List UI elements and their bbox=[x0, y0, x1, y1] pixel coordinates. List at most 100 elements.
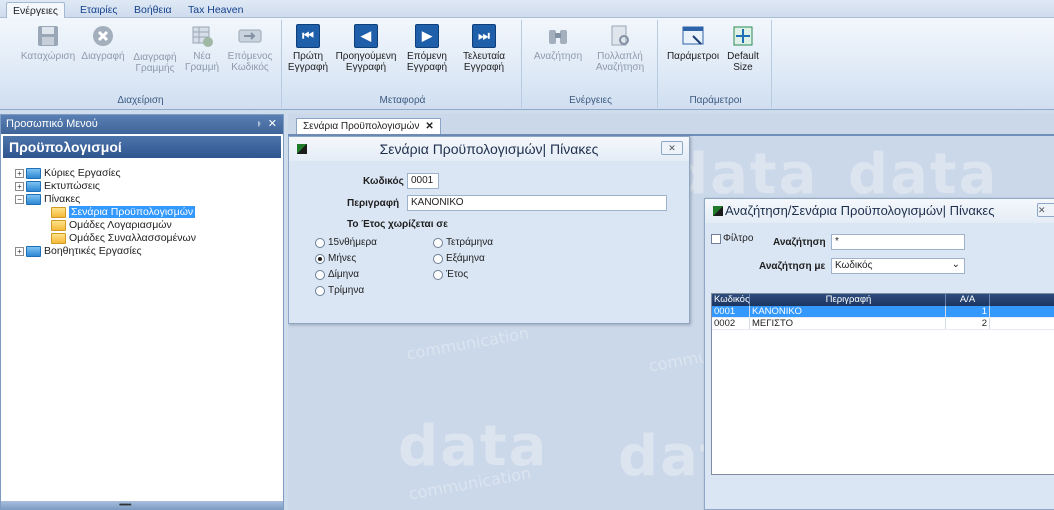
description-input[interactable]: ΚΑΝΟΝΙΚΟ bbox=[407, 195, 667, 211]
search-dialog-title: Αναζήτηση/Σενάρια Προϋπολογισμών| Πίνακε… bbox=[725, 203, 995, 218]
radio-label: Μήνες bbox=[328, 253, 357, 264]
column-header-code[interactable]: Κωδικός bbox=[712, 294, 750, 306]
tree-item-label: Πίνακες bbox=[44, 193, 81, 206]
close-tab-icon[interactable]: ✕ bbox=[425, 121, 433, 132]
tab-companies[interactable]: Εταιρίες bbox=[74, 2, 123, 18]
dialog-title-bar: Σενάρια Προϋπολογισμών| Πίνακες ✕ bbox=[289, 137, 689, 161]
code-label: Κωδικός bbox=[363, 176, 404, 187]
collapse-minus-icon[interactable]: − bbox=[15, 194, 24, 204]
delete-line-button[interactable]: Διαγραφή Γραμμής bbox=[130, 52, 180, 74]
filter-checkbox[interactable]: Φίλτρο bbox=[711, 233, 753, 244]
actions-group-label: Ενέργειες bbox=[569, 95, 612, 106]
ribbon-group-parameters: Παράμετροι Default Size Παράμετροι bbox=[660, 20, 772, 108]
tree-item-label: Βοηθητικές Εργασίες bbox=[44, 245, 142, 258]
default-size-button[interactable]: Default Size bbox=[722, 24, 764, 73]
parameters-button[interactable]: Παράμετροι bbox=[664, 24, 722, 62]
new-line-label-1: Νέα bbox=[193, 51, 211, 62]
cell-code: 0002 bbox=[712, 318, 750, 329]
tree-item-counterparty-groups[interactable]: Ομάδες Συναλλασσομένων bbox=[51, 232, 196, 245]
tree-item-label: Εκτυπώσεις bbox=[44, 180, 100, 193]
column-header-empty bbox=[990, 294, 1054, 306]
column-header-aa[interactable]: Α/Α bbox=[946, 294, 990, 306]
expand-plus-icon[interactable]: + bbox=[15, 181, 24, 191]
radio-label: Τρίμηνα bbox=[328, 285, 365, 296]
tree-item-label: Κύριες Εργασίες bbox=[44, 167, 121, 180]
previous-record-button[interactable]: ◀ Προηγούμενη Εγγραφή bbox=[332, 24, 400, 73]
previous-record-icon: ◀ bbox=[354, 24, 378, 48]
code-input[interactable]: 0001 bbox=[407, 173, 439, 189]
last-record-button[interactable]: ⏭ Τελευταία Εγγραφή bbox=[456, 24, 512, 73]
radio-circle-checked[interactable] bbox=[315, 253, 325, 264]
radio-semesters[interactable]: Εξάμηνα bbox=[433, 253, 485, 264]
tab-tax-heaven[interactable]: Tax Heaven bbox=[182, 2, 249, 18]
radio-circle[interactable] bbox=[315, 285, 325, 296]
radio-circle[interactable] bbox=[433, 269, 443, 280]
app-icon bbox=[713, 206, 723, 216]
radio-label: 15νθήμερα bbox=[328, 237, 377, 248]
chevron-down-icon[interactable]: ⌄ bbox=[952, 259, 960, 270]
tree-item-budget-scenarios[interactable]: Σενάρια Προϋπολογισμών bbox=[51, 206, 196, 219]
tree-item-account-groups[interactable]: Ομάδες Λογαριασμών bbox=[51, 219, 172, 232]
floppy-disk-icon bbox=[38, 26, 58, 46]
document-search-icon bbox=[611, 25, 629, 46]
tree-item-prints[interactable]: + Εκτυπώσεις bbox=[15, 180, 100, 193]
radio-four-months[interactable]: Τετράμηνα bbox=[433, 237, 493, 248]
multi-search-button[interactable]: Πολλαπλή Αναζήτηση bbox=[590, 24, 650, 73]
radio-quarters[interactable]: Τρίμηνα bbox=[315, 285, 364, 296]
radio-circle[interactable] bbox=[433, 253, 443, 264]
watermark-text: communication bbox=[405, 323, 531, 364]
folder-icon bbox=[51, 219, 66, 231]
cell-description: ΜΕΓΙΣΤΟ bbox=[750, 318, 946, 329]
search-input[interactable]: * bbox=[831, 234, 965, 250]
search-label-1: Αναζήτηση bbox=[533, 51, 583, 62]
tree-item-helper-tasks[interactable]: + Βοηθητικές Εργασίες bbox=[15, 245, 142, 258]
radio-label: Δίμηνα bbox=[328, 269, 360, 280]
pin-icon[interactable]: ᅡ bbox=[252, 118, 261, 133]
document-tab-budget-scenarios[interactable]: Σενάρια Προϋπολογισμών ✕ bbox=[296, 118, 441, 135]
tree-item-core-tasks[interactable]: + Κύριες Εργασίες bbox=[15, 167, 121, 180]
search-dialog: Αναζήτηση/Σενάρια Προϋπολογισμών| Πίνακε… bbox=[704, 198, 1054, 510]
table-row[interactable]: 0002 ΜΕΓΙΣΤΟ 2 bbox=[712, 318, 1054, 330]
tab-help[interactable]: Βοήθεια bbox=[128, 2, 178, 18]
description-label: Περιγραφή bbox=[347, 198, 400, 209]
new-line-button[interactable]: Νέα Γραμμή bbox=[184, 24, 220, 73]
next-record-button[interactable]: ▶ Επόμενη Εγγραφή bbox=[402, 24, 452, 73]
folder-icon bbox=[26, 180, 41, 192]
new-line-label-2: Γραμμή bbox=[184, 62, 220, 73]
grip-icon: •••••••• bbox=[119, 502, 132, 509]
radio-circle[interactable] bbox=[315, 269, 325, 280]
tab-actions[interactable]: Ενέργειες bbox=[6, 2, 65, 18]
next-code-button[interactable]: Επόμενος Κωδικός bbox=[224, 24, 276, 73]
management-group-label: Διαχείριση bbox=[117, 95, 164, 106]
next-record-icon: ▶ bbox=[415, 24, 439, 48]
dialog-close-icon[interactable]: ✕ bbox=[661, 141, 683, 155]
tree-item-label: Σενάρια Προϋπολογισμών bbox=[69, 206, 196, 219]
checkbox-box[interactable] bbox=[711, 233, 721, 244]
search-button[interactable]: Αναζήτηση bbox=[530, 24, 586, 62]
radio-circle[interactable] bbox=[433, 237, 443, 248]
tree-item-tables[interactable]: − Πίνακες bbox=[15, 193, 80, 206]
radio-year[interactable]: Έτος bbox=[433, 269, 468, 280]
panel-splitter[interactable]: •••••••• bbox=[1, 501, 283, 509]
previous-label-2: Εγγραφή bbox=[345, 62, 387, 73]
radio-months[interactable]: Μήνες bbox=[315, 253, 356, 264]
radio-circle[interactable] bbox=[315, 237, 325, 248]
multi-search-label-1: Πολλαπλή bbox=[597, 51, 643, 62]
close-panel-icon[interactable]: ✕ bbox=[268, 117, 277, 130]
radio-fortnights[interactable]: 15νθήμερα bbox=[315, 237, 377, 248]
expand-plus-icon[interactable]: + bbox=[15, 246, 24, 256]
delete-button[interactable]: Διαγραφή bbox=[78, 24, 128, 62]
document-workspace: Σενάρια Προϋπολογισμών ✕ data data commun… bbox=[288, 114, 1054, 510]
first-record-button[interactable]: ⏮ Πρώτη Εγγραφή bbox=[286, 24, 330, 73]
save-button[interactable]: Καταχώριση bbox=[18, 24, 78, 62]
search-dialog-close-icon[interactable]: ✕ bbox=[1037, 203, 1054, 217]
module-title: Προϋπολογισμοί bbox=[3, 136, 281, 158]
search-by-select[interactable]: Κωδικός ⌄ bbox=[831, 258, 965, 274]
radio-bimonthly[interactable]: Δίμηνα bbox=[315, 269, 359, 280]
parameters-label-1: Παράμετροι bbox=[666, 51, 720, 62]
column-header-description[interactable]: Περιγραφή bbox=[750, 294, 946, 306]
expand-plus-icon[interactable]: + bbox=[15, 168, 24, 178]
save-label-1: Καταχώριση bbox=[20, 51, 76, 62]
next-code-icon bbox=[238, 29, 262, 43]
table-row[interactable]: 0001 ΚΑΝΟΝΙΚΟ 1 bbox=[712, 306, 1054, 318]
